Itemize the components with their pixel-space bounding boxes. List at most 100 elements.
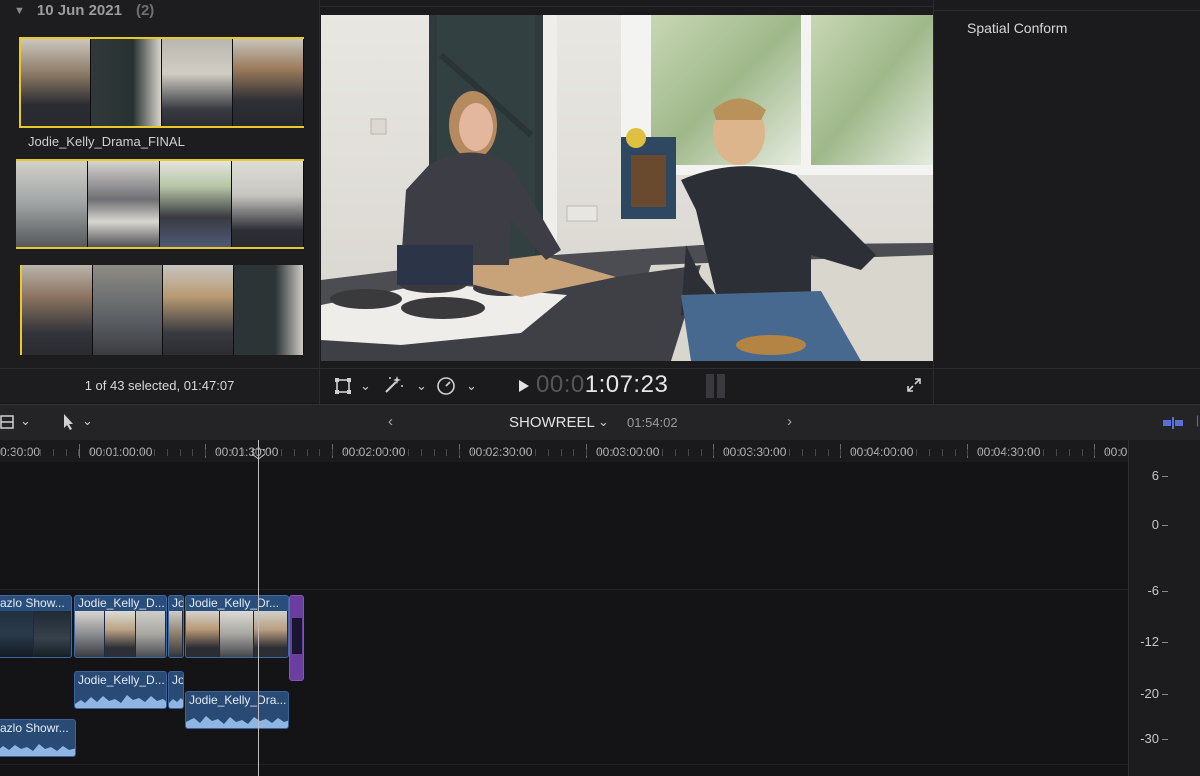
ruler-minor-tick: [332, 449, 333, 456]
ruler-minor-tick: [78, 449, 79, 456]
ruler-minor-tick: [586, 449, 587, 456]
timecode-dim: 00:0: [536, 371, 585, 398]
audio-skimming-icon[interactable]: |: [1196, 413, 1199, 427]
ruler-minor-tick: [231, 449, 232, 456]
ruler-minor-tick: [1043, 449, 1044, 456]
ruler-minor-tick: [66, 449, 67, 456]
playhead[interactable]: [258, 440, 259, 776]
divider: [934, 10, 1200, 11]
chevron-down-icon[interactable]: ⌄: [416, 378, 427, 394]
ruler-minor-tick: [713, 449, 714, 456]
meter-label: -30: [1140, 731, 1159, 746]
clip-title: Jo: [172, 673, 184, 687]
selection-status: 1 of 43 selected, 01:47:07: [84, 378, 235, 393]
snapping-icon[interactable]: [1162, 416, 1184, 429]
playhead-handle[interactable]: [251, 446, 266, 460]
ruler-minor-tick: [662, 449, 663, 456]
ruler-minor-tick: [980, 449, 981, 456]
meter-label: -12: [1140, 634, 1159, 649]
meter-tick: [1162, 642, 1168, 643]
audio-meter-panel: 6 0 -6 -12 -20 -30: [1128, 440, 1200, 776]
ruler-minor-tick: [612, 449, 613, 456]
chevron-down-icon[interactable]: ⌄: [360, 378, 371, 394]
clip-appearance-icon[interactable]: [0, 414, 16, 430]
project-duration: 01:54:02: [627, 415, 678, 430]
play-icon[interactable]: [518, 379, 530, 396]
ruler-minor-tick: [853, 449, 854, 456]
ruler-minor-tick: [866, 449, 867, 456]
timecode-display[interactable]: 00:01:07:23: [536, 371, 668, 399]
ruler-minor-tick: [129, 449, 130, 456]
ruler-minor-tick: [396, 449, 397, 456]
ruler-minor-tick: [91, 449, 92, 456]
timeline-video-clip[interactable]: azlo Show...: [0, 595, 72, 658]
compound-clip[interactable]: [289, 595, 304, 681]
timeline-audio-clip[interactable]: Jodie_Kelly_Dra...: [185, 691, 289, 729]
ruler-minor-tick: [510, 449, 511, 456]
audio-waveform: [75, 695, 166, 708]
magic-wand-icon[interactable]: [382, 375, 404, 395]
ruler-minor-tick: [599, 449, 600, 456]
ruler-minor-tick: [446, 449, 447, 456]
ruler-minor-tick: [637, 449, 638, 456]
ruler-minor-tick: [281, 449, 282, 456]
fullscreen-icon[interactable]: [906, 377, 922, 396]
back-arrow-icon[interactable]: ‹: [388, 413, 393, 430]
transform-icon[interactable]: [334, 377, 352, 395]
meter-tick: [1162, 476, 1168, 477]
ruler-minor-tick: [1082, 449, 1083, 456]
timeline-video-clip[interactable]: Jodie_Kelly_D...: [74, 595, 167, 658]
timeline-ruler[interactable]: 0:30:00 00:01:00:00 00:01:30:00 00:02:00…: [0, 440, 1128, 462]
ruler-minor-tick: [180, 449, 181, 456]
clip-title: Jo: [172, 596, 184, 610]
timeline-video-clip[interactable]: Jo: [168, 595, 184, 658]
ruler-minor-tick: [434, 449, 435, 456]
chevron-down-icon[interactable]: ⌄: [20, 413, 31, 429]
select-tool-icon[interactable]: [62, 413, 76, 431]
ruler-minor-tick: [1031, 449, 1032, 456]
browser-clip-filmstrip[interactable]: [22, 265, 304, 355]
disclosure-triangle-icon[interactable]: ▼: [14, 5, 25, 17]
timeline-audio-clip[interactable]: Jo: [168, 671, 184, 709]
ruler-minor-tick: [942, 449, 943, 456]
ruler-minor-tick: [485, 449, 486, 456]
forward-arrow-icon[interactable]: ›: [787, 413, 792, 430]
divider: [934, 368, 1200, 369]
timeline-audio-clip[interactable]: Jodie_Kelly_D...: [74, 671, 167, 709]
project-name[interactable]: SHOWREEL: [509, 414, 595, 431]
ruler-minor-tick: [1005, 449, 1006, 456]
ruler-minor-tick: [701, 449, 702, 456]
ruler-minor-tick: [104, 449, 105, 456]
ruler-minor-tick: [459, 449, 460, 456]
ruler-minor-tick: [472, 449, 473, 456]
ruler-minor-tick: [154, 449, 155, 456]
ruler-label: 0:30:00: [0, 445, 41, 459]
clip-title: Jodie_Kelly_Dra...: [189, 693, 287, 707]
ruler-minor-tick: [345, 449, 346, 456]
ruler-minor-tick: [1107, 449, 1108, 456]
ruler-minor-tick: [739, 449, 740, 456]
ruler-minor-tick: [383, 449, 384, 456]
audio-waveform: [186, 716, 288, 728]
date-group-header[interactable]: ▼ 10 Jun 2021 (2): [14, 2, 154, 19]
compound-clip-thumbnail: [292, 618, 302, 654]
lane-divider: [0, 764, 1128, 765]
ruler-minor-tick: [142, 449, 143, 456]
ruler-minor-tick: [192, 449, 193, 456]
timecode-bright: 1:07:23: [584, 371, 669, 398]
speedometer-icon[interactable]: [436, 376, 456, 396]
chevron-down-icon[interactable]: ⌄: [466, 378, 477, 394]
timeline-audio-clip[interactable]: azlo Showr...: [0, 719, 76, 757]
ruler-minor-tick: [777, 449, 778, 456]
chevron-down-icon[interactable]: ⌄: [598, 414, 609, 430]
lane-divider: [0, 589, 1128, 590]
timeline-video-clip[interactable]: Jodie_Kelly_Dr...: [185, 595, 289, 658]
ruler-minor-tick: [27, 449, 28, 456]
ruler-minor-tick: [53, 449, 54, 456]
ruler-minor-tick: [15, 449, 16, 456]
audio-meter-icon[interactable]: [704, 372, 728, 400]
chevron-down-icon[interactable]: ⌄: [82, 413, 93, 429]
ruler-minor-tick: [561, 449, 562, 456]
viewer-video-frame[interactable]: [321, 15, 933, 361]
ruler-minor-tick: [370, 449, 371, 456]
